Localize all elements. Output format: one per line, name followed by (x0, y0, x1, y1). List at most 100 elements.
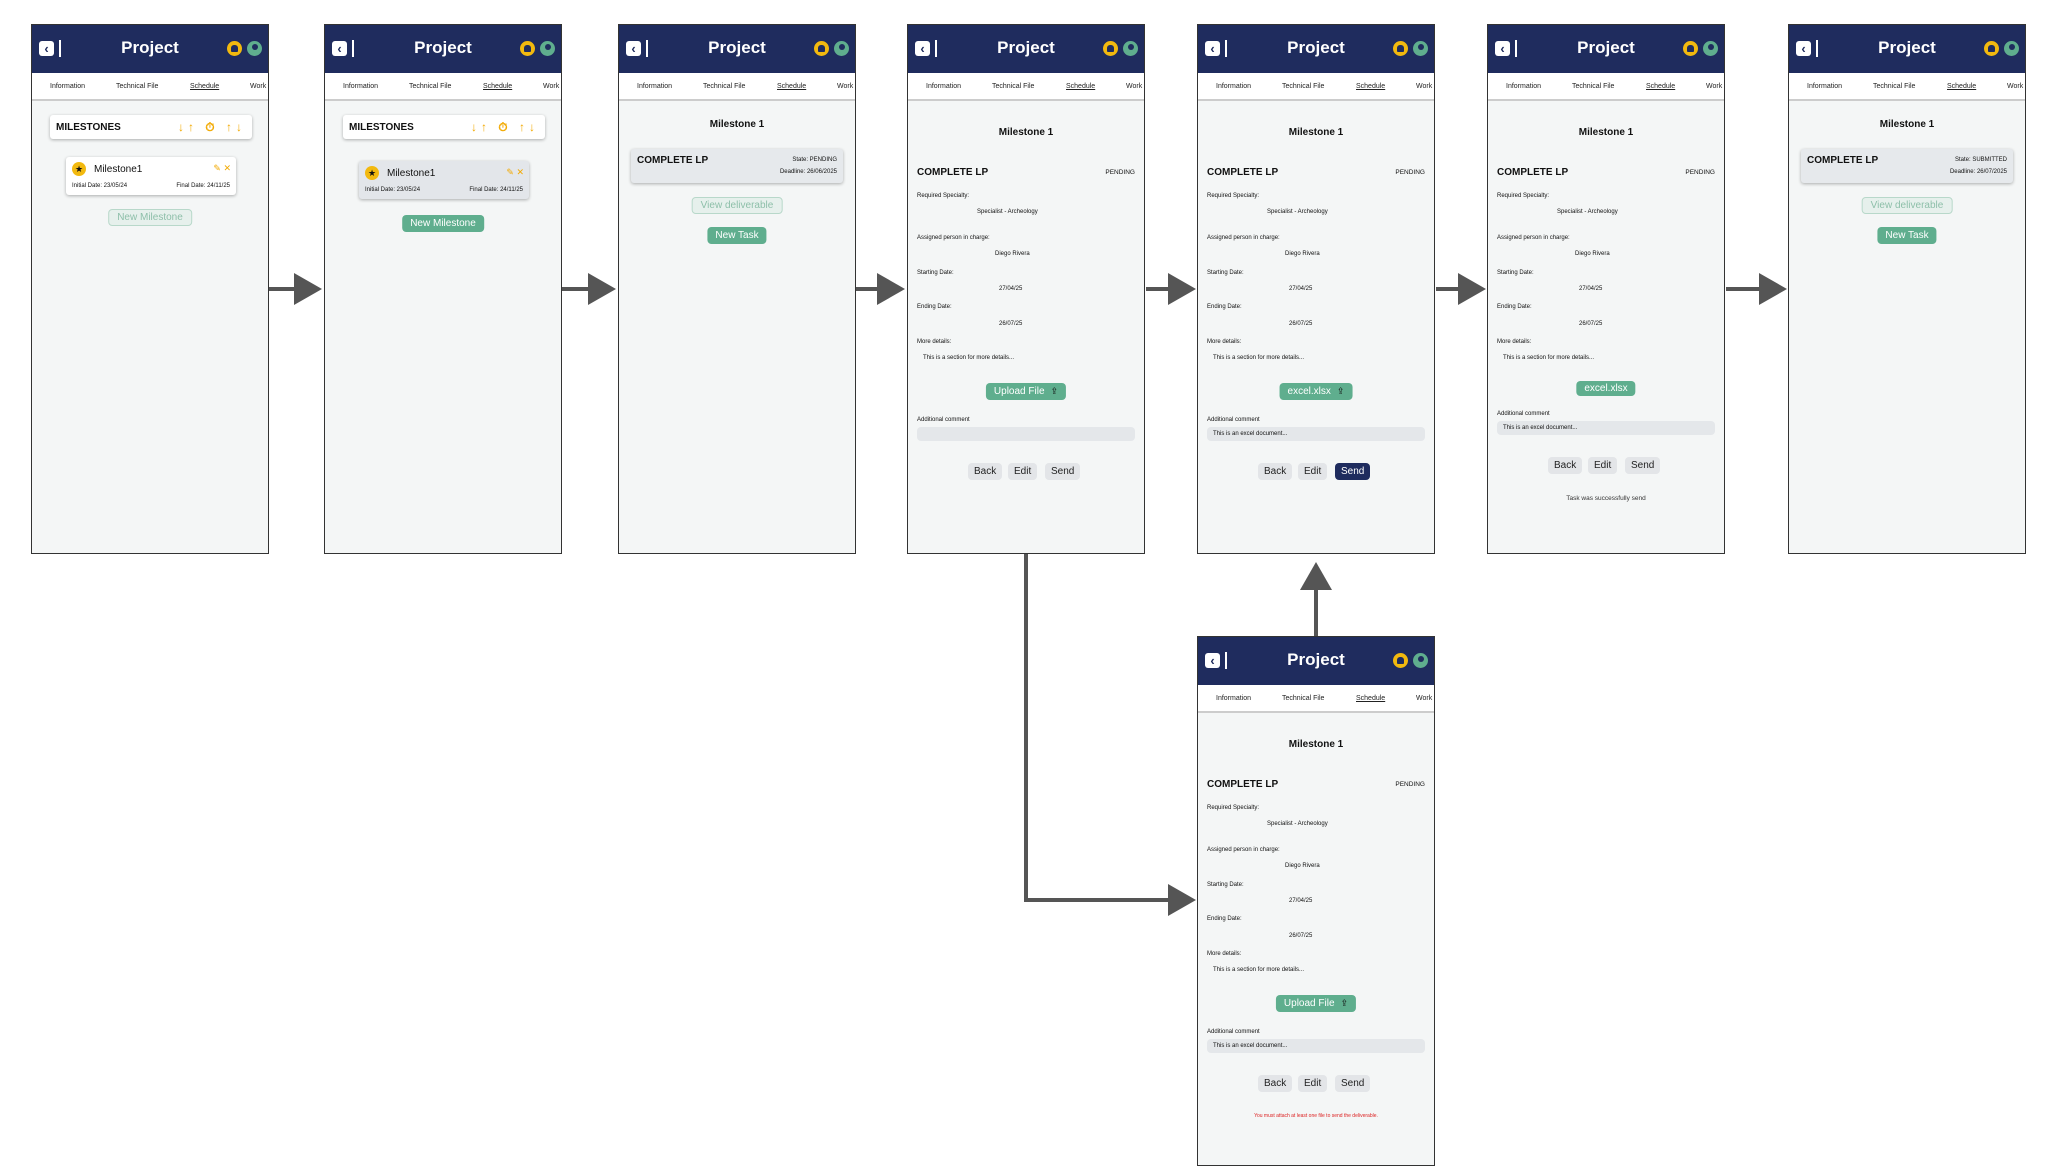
edit-icon[interactable]: ✎ (213, 163, 221, 173)
comment-input[interactable]: This is an excel document... (1497, 421, 1715, 435)
user-icon[interactable] (834, 41, 849, 56)
upload-file-button[interactable]: Upload File ⇪ (1275, 995, 1357, 1012)
milestone-card[interactable]: ★ Milestone1 ✎ ✕ Initial Date: 23/05/24 … (66, 157, 236, 195)
attached-file-badge[interactable]: excel.xlsx (1576, 381, 1636, 396)
specialty-value: Specialist - Archeology (977, 209, 1038, 215)
back-button[interactable]: Back (1258, 463, 1293, 480)
tab-information[interactable]: Information (926, 83, 961, 90)
bell-icon[interactable] (1103, 41, 1118, 56)
tab-schedule[interactable]: Schedule (1066, 83, 1095, 90)
bell-icon[interactable] (520, 41, 535, 56)
send-button-active[interactable]: Send (1335, 463, 1371, 480)
tab-technical-file[interactable]: Technical File (1282, 83, 1324, 90)
more-value: This is a section for more details... (923, 355, 1015, 361)
comment-input[interactable]: This is an excel document... (1207, 1039, 1425, 1053)
tab-schedule[interactable]: Schedule (190, 83, 219, 90)
tab-work[interactable]: Work (837, 83, 853, 90)
tab-work[interactable]: Work (1416, 83, 1432, 90)
bell-icon[interactable] (1984, 41, 1999, 56)
tab-information[interactable]: Information (1506, 83, 1541, 90)
task-deadline: Deadline: 26/06/2025 (779, 169, 837, 175)
tab-schedule[interactable]: Schedule (1947, 83, 1976, 90)
tab-schedule[interactable]: Schedule (483, 83, 512, 90)
tab-schedule[interactable]: Schedule (1646, 83, 1675, 90)
sort-filter-icons[interactable]: ↓↑ ⏱ ↑↓ (178, 120, 246, 135)
new-milestone-button[interactable]: New Milestone (108, 209, 192, 226)
bell-icon[interactable] (227, 41, 242, 56)
send-button[interactable]: Send (1625, 457, 1661, 474)
user-icon[interactable] (1413, 653, 1428, 668)
tab-technical-file[interactable]: Technical File (116, 83, 158, 90)
assigned-label: Assigned person in charge: (1497, 235, 1570, 241)
screen-task-file-attached: ‹ Project Information Technical File Sch… (1197, 24, 1435, 554)
bell-icon[interactable] (1393, 41, 1408, 56)
new-task-button[interactable]: New Task (707, 227, 767, 244)
tab-work[interactable]: Work (250, 83, 266, 90)
tab-work[interactable]: Work (2007, 83, 2023, 90)
specialty-value: Specialist - Archeology (1267, 821, 1328, 827)
user-icon[interactable] (1413, 41, 1428, 56)
back-button[interactable]: Back (1548, 457, 1583, 474)
edit-delete-icons[interactable]: ✎ ✕ (506, 167, 524, 178)
top-bar: ‹ Project (908, 25, 1144, 73)
tab-technical-file[interactable]: Technical File (703, 83, 745, 90)
tab-schedule[interactable]: Schedule (1356, 83, 1385, 90)
task-card[interactable]: COMPLETE LP State: SUBMITTED Deadline: 2… (1801, 149, 2013, 183)
task-card[interactable]: COMPLETE LP State: PENDING Deadline: 26/… (631, 149, 843, 183)
view-deliverable-button[interactable]: View deliverable (691, 197, 783, 214)
comment-label: Additional comment (1207, 417, 1260, 423)
tab-information[interactable]: Information (637, 83, 672, 90)
tab-work[interactable]: Work (1416, 695, 1432, 702)
user-icon[interactable] (1703, 41, 1718, 56)
tab-technical-file[interactable]: Technical File (1282, 695, 1324, 702)
tab-information[interactable]: Information (343, 83, 378, 90)
upload-file-button[interactable]: Upload File ⇪ (985, 383, 1067, 400)
sort-filter-icons[interactable]: ↓↑ ⏱ ↑↓ (471, 120, 539, 135)
bell-icon[interactable] (1683, 41, 1698, 56)
milestone-card-selected[interactable]: ★ Milestone1 ✎ ✕ Initial Date: 23/05/24 … (359, 161, 529, 199)
delete-icon[interactable]: ✕ (223, 163, 231, 173)
edit-button[interactable]: Edit (1298, 1075, 1328, 1092)
delete-icon[interactable]: ✕ (516, 167, 524, 177)
comment-input[interactable]: This is an excel document... (1207, 427, 1425, 441)
attached-file-button[interactable]: excel.xlsx ⇪ (1279, 383, 1353, 400)
edit-button[interactable]: Edit (1008, 463, 1038, 480)
upload-icon: ⇪ (1336, 386, 1345, 396)
back-button[interactable]: Back (968, 463, 1003, 480)
send-button[interactable]: Send (1335, 1075, 1371, 1092)
back-button[interactable]: Back (1258, 1075, 1293, 1092)
tab-information[interactable]: Information (1216, 695, 1251, 702)
bell-icon[interactable] (814, 41, 829, 56)
view-deliverable-button[interactable]: View deliverable (1861, 197, 1953, 214)
user-icon[interactable] (1123, 41, 1138, 56)
tab-information[interactable]: Information (1216, 83, 1251, 90)
user-icon[interactable] (247, 41, 262, 56)
user-icon[interactable] (540, 41, 555, 56)
tab-work[interactable]: Work (1706, 83, 1722, 90)
edit-delete-icons[interactable]: ✎ ✕ (213, 163, 231, 174)
tab-schedule[interactable]: Schedule (1356, 695, 1385, 702)
new-milestone-button[interactable]: New Milestone (402, 215, 484, 232)
user-icon[interactable] (2004, 41, 2019, 56)
tab-technical-file[interactable]: Technical File (1572, 83, 1614, 90)
tab-information[interactable]: Information (1807, 83, 1842, 90)
milestones-header: MILESTONES ↓↑ ⏱ ↑↓ (343, 115, 545, 139)
edit-button[interactable]: Edit (1588, 457, 1618, 474)
edit-button[interactable]: Edit (1298, 463, 1328, 480)
top-bar: ‹ Project (1198, 25, 1434, 73)
new-task-button[interactable]: New Task (1877, 227, 1937, 244)
tab-technical-file[interactable]: Technical File (1873, 83, 1915, 90)
edit-icon[interactable]: ✎ (506, 167, 514, 177)
tab-schedule[interactable]: Schedule (777, 83, 806, 90)
comment-input[interactable] (917, 427, 1135, 441)
tab-work[interactable]: Work (1126, 83, 1142, 90)
start-value: 27/04/25 (999, 286, 1023, 292)
milestones-label: MILESTONES (56, 122, 121, 133)
bell-icon[interactable] (1393, 653, 1408, 668)
tab-technical-file[interactable]: Technical File (409, 83, 451, 90)
tab-technical-file[interactable]: Technical File (992, 83, 1034, 90)
end-label: Ending Date: (1207, 304, 1242, 310)
tab-work[interactable]: Work (543, 83, 559, 90)
send-button[interactable]: Send (1045, 463, 1081, 480)
tab-information[interactable]: Information (50, 83, 85, 90)
